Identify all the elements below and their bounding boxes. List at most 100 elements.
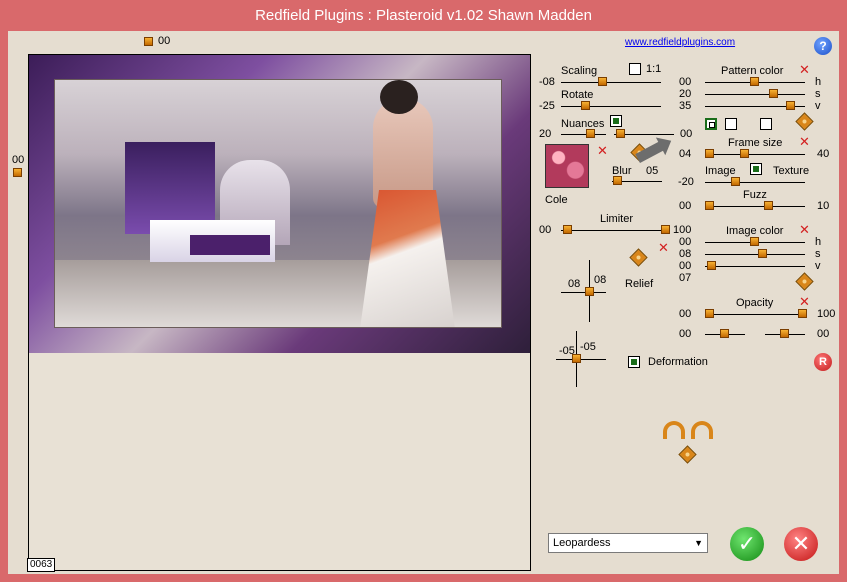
- pattern-v-handle[interactable]: [786, 101, 795, 110]
- preview-top-marker-value: 00: [158, 35, 171, 47]
- rotate-arrows-icon[interactable]: [663, 421, 715, 441]
- image-texture-label-right: Texture: [773, 165, 810, 177]
- limiter-slider-track[interactable]: [561, 230, 669, 231]
- nuances-checkbox[interactable]: [610, 115, 622, 127]
- relief-value-x: 08: [568, 278, 581, 290]
- ok-button[interactable]: ✓: [730, 527, 764, 561]
- relief-label: Relief: [625, 278, 654, 290]
- frame-size-track[interactable]: [705, 154, 805, 155]
- opacity-track[interactable]: [705, 314, 805, 315]
- image-color-randomize-icon[interactable]: [795, 272, 814, 291]
- image-color-clear-icon[interactable]: ✕: [799, 223, 810, 236]
- deformation-value-y: -05: [580, 341, 596, 353]
- rotate-slider-track[interactable]: [561, 106, 661, 107]
- pattern-randomize-icon[interactable]: [795, 112, 814, 131]
- opacity-value-left: 00: [679, 308, 692, 320]
- image-texture-checkbox[interactable]: [750, 163, 762, 175]
- ratio-1-1-checkbox[interactable]: [629, 63, 641, 75]
- image-color-extra-value: 07: [679, 272, 692, 284]
- website-link[interactable]: www.redfieldplugins.com: [625, 37, 735, 48]
- frame-size-label: Frame size: [728, 137, 783, 149]
- rotate-value: -25: [539, 100, 555, 112]
- image-texture-value: -20: [678, 176, 694, 188]
- preset-select[interactable]: Leopardess ▼: [548, 533, 708, 553]
- opacity-left-handle[interactable]: [705, 309, 714, 318]
- scaling-slider-handle[interactable]: [598, 77, 607, 86]
- swatch-clear-icon[interactable]: ✕: [597, 144, 608, 157]
- limiter-slider-right-handle[interactable]: [661, 225, 670, 234]
- swatch-label: Cole: [545, 194, 568, 206]
- blur-slider-handle[interactable]: [613, 176, 622, 185]
- nuances-left-slider-track[interactable]: [561, 134, 606, 135]
- rotate-slider-handle[interactable]: [581, 101, 590, 110]
- opacity-bottom-left-handle[interactable]: [720, 329, 729, 338]
- image-h-handle[interactable]: [750, 237, 759, 246]
- preset-selected-value: Leopardess: [553, 537, 611, 549]
- preview-pane[interactable]: [28, 54, 531, 571]
- pattern-mode-2-checkbox[interactable]: [725, 118, 737, 130]
- image-texture-track[interactable]: [705, 182, 805, 183]
- figure-head: [380, 80, 418, 114]
- help-icon[interactable]: ?: [814, 37, 832, 55]
- deformation-checkbox[interactable]: [628, 356, 640, 368]
- fuzz-right-handle[interactable]: [764, 201, 773, 210]
- relief-randomize-icon[interactable]: [629, 248, 648, 267]
- frame-counter: 0063: [27, 558, 56, 572]
- opacity-value-right: 100: [817, 308, 836, 320]
- image-v-handle[interactable]: [707, 261, 716, 270]
- frame-size-left-handle[interactable]: [705, 149, 714, 158]
- pattern-color-clear-icon[interactable]: ✕: [799, 63, 810, 76]
- reset-icon[interactable]: R: [814, 353, 832, 371]
- deformation-xy-handle[interactable]: [572, 354, 581, 363]
- pattern-mode-3-checkbox[interactable]: [760, 118, 772, 130]
- limiter-value-left: 00: [539, 224, 552, 236]
- deformation-label: Deformation: [648, 356, 708, 368]
- cancel-button[interactable]: ✕: [784, 527, 818, 561]
- opacity-bottom-value-left: 00: [679, 328, 692, 340]
- limiter-label: Limiter: [600, 213, 634, 225]
- rotate-right-arrow-icon[interactable]: [691, 421, 713, 439]
- pattern-mode-1-checkbox[interactable]: [705, 118, 717, 130]
- fuzz-value-left: 00: [679, 200, 692, 212]
- pattern-s-handle[interactable]: [769, 89, 778, 98]
- pattern-v-value: 35: [679, 100, 692, 112]
- opacity-clear-icon[interactable]: ✕: [799, 295, 810, 308]
- chevron-down-icon: ▼: [694, 538, 703, 548]
- image-s-handle[interactable]: [758, 249, 767, 258]
- relief-xy-handle[interactable]: [585, 287, 594, 296]
- image-v-track[interactable]: [705, 266, 805, 267]
- title-bar[interactable]: Redfield Plugins : Plasteroid v1.02 Shaw…: [0, 0, 847, 31]
- nuances-value-left: 20: [539, 128, 552, 140]
- scaling-slider-track[interactable]: [561, 82, 661, 83]
- deformation-x-track[interactable]: [556, 359, 606, 360]
- figure-dress: [360, 190, 455, 327]
- opacity-right-handle[interactable]: [798, 309, 807, 318]
- preview-left-marker-value: 00: [12, 154, 25, 166]
- opacity-label: Opacity: [736, 297, 774, 309]
- limiter-slider-left-handle[interactable]: [563, 225, 572, 234]
- preview-image-frame: [29, 55, 530, 353]
- frame-size-value-left: 04: [679, 148, 692, 160]
- fuzz-value-right: 10: [817, 200, 830, 212]
- global-randomize-icon[interactable]: [678, 445, 697, 464]
- opacity-bottom-value-right: 00: [817, 328, 830, 340]
- pattern-v-label: v: [815, 100, 821, 112]
- pattern-h-handle[interactable]: [750, 77, 759, 86]
- opacity-bottom-right-handle[interactable]: [780, 329, 789, 338]
- frame-size-clear-icon[interactable]: ✕: [799, 135, 810, 148]
- fuzz-left-handle[interactable]: [705, 201, 714, 210]
- color-swatch-preview[interactable]: [545, 144, 589, 188]
- nuances-label: Nuances: [561, 118, 605, 130]
- fuzz-track[interactable]: [705, 206, 805, 207]
- relief-x-track[interactable]: [561, 292, 606, 293]
- rotate-left-arrow-icon[interactable]: [663, 421, 685, 439]
- nuances-right-slider-handle[interactable]: [616, 129, 625, 138]
- relief-clear-icon[interactable]: ✕: [658, 241, 669, 254]
- pattern-s-track[interactable]: [705, 94, 805, 95]
- preview-top-marker-handle[interactable]: [144, 37, 153, 46]
- image-s-track[interactable]: [705, 254, 805, 255]
- frame-size-right-handle[interactable]: [740, 149, 749, 158]
- nuances-left-slider-handle[interactable]: [586, 129, 595, 138]
- image-texture-handle[interactable]: [731, 177, 740, 186]
- preview-left-marker-handle[interactable]: [13, 168, 22, 177]
